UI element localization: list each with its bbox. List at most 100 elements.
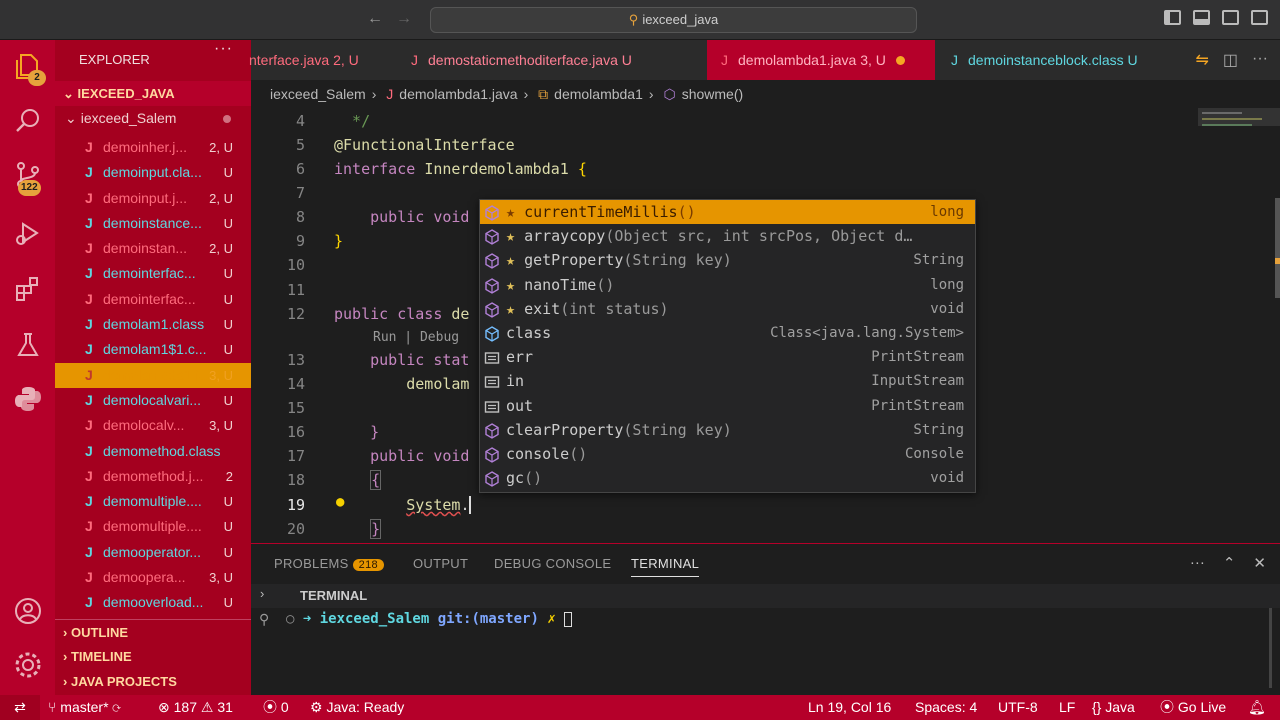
file-item[interactable]: Jdemolocalvari... U — [55, 388, 251, 413]
go-live-button[interactable]: ⦿ Go Live — [1160, 695, 1226, 720]
breadcrumb-method[interactable]: showme() — [682, 86, 743, 102]
more-actions-icon[interactable]: ··· — [214, 40, 233, 58]
file-item[interactable]: Jdemoinher.j... 2, U — [55, 135, 251, 160]
search-icon[interactable] — [13, 106, 43, 136]
tab-demostaticmethoditerface[interactable]: Jdemostaticmethoditerface.java U — [411, 40, 701, 80]
toggle-panel-icon[interactable] — [1193, 10, 1210, 25]
java-file-icon: J — [85, 366, 93, 383]
lightbulb-icon[interactable]: ● — [336, 494, 344, 510]
file-item[interactable]: Jdemolam1$1.c... U — [55, 337, 251, 362]
pin-icon[interactable]: ⚲ — [259, 611, 269, 628]
suggestion-item[interactable]: in InputStream — [480, 369, 975, 393]
file-item[interactable]: Jdemomultiple.... U — [55, 489, 251, 514]
file-item[interactable]: Jdemoopera... 3, U — [55, 565, 251, 590]
command-center-search[interactable]: ⚲ iexceed_java — [430, 7, 917, 33]
tab-terminal[interactable]: TERMINAL — [631, 556, 700, 577]
cursor-position[interactable]: Ln 19, Col 16 — [808, 695, 891, 720]
settings-gear-icon[interactable] — [13, 650, 43, 680]
file-item[interactable]: Jdemointerfac... U — [55, 287, 251, 312]
terminal-prompt[interactable]: ○ ➜ iexceed_Salem git:(master) ✗ — [286, 611, 573, 627]
file-item[interactable]: Jdemoinput.j... 2, U — [55, 186, 251, 211]
suggestion-name: clearProperty — [506, 420, 624, 439]
tab-debug-console[interactable]: DEBUG CONSOLE — [494, 556, 611, 571]
back-arrow-icon[interactable]: ← — [367, 10, 383, 28]
suggestion-item[interactable]: ★ exit(int status) void — [480, 297, 975, 321]
run-debug-codelens[interactable]: Run | Debug — [373, 330, 459, 345]
toggle-secondary-sidebar-icon[interactable] — [1222, 10, 1239, 25]
suggestion-item[interactable]: ★ getProperty(String key) String — [480, 248, 975, 272]
file-name: demolam1.class — [103, 316, 205, 333]
breadcrumb-folder[interactable]: iexceed_Salem — [270, 86, 366, 102]
file-status: 2, U — [209, 241, 233, 257]
tab-demoinstanceblock[interactable]: Jdemoinstanceblock.class U — [951, 40, 1171, 80]
file-item[interactable]: Jdemooverload... U — [55, 590, 251, 615]
file-item[interactable]: Jdemolam1.class U — [55, 312, 251, 337]
autocomplete-suggestions[interactable]: ★ currentTimeMillis() long ★ arraycopy(Obj… — [479, 199, 976, 493]
more-actions-icon[interactable]: ··· — [1190, 554, 1205, 572]
file-item[interactable]: Jdemomultiple.... U — [55, 514, 251, 539]
file-item[interactable]: Jdemolambda1.java 3, U — [55, 362, 251, 388]
file-item[interactable]: Jdemoinstan... 2, U — [55, 236, 251, 261]
file-item[interactable]: Jdemomethod.j... 2 — [55, 464, 251, 489]
breadcrumb-file[interactable]: demolambda1.java — [399, 86, 517, 102]
breadcrumb-class[interactable]: demolambda1 — [554, 86, 643, 102]
suggestion-item[interactable]: out PrintStream — [480, 394, 975, 418]
minimap[interactable] — [1198, 108, 1280, 543]
indentation[interactable]: Spaces: 4 — [915, 695, 977, 720]
suggestion-item[interactable]: ★ arraycopy(Object src, int srcPos, Obje… — [480, 224, 975, 248]
suggestion-name: exit — [524, 299, 561, 318]
java-projects-section[interactable]: › JAVA PROJECTS — [55, 669, 251, 694]
maximize-panel-icon[interactable]: ⌃ — [1223, 554, 1236, 572]
suggestion-item[interactable]: ★ nanoTime() long — [480, 273, 975, 297]
java-status[interactable]: ⚙ Java: Ready — [310, 695, 404, 720]
testing-flask-icon[interactable] — [13, 330, 43, 360]
chevron-right-icon: › — [523, 86, 529, 102]
run-debug-icon[interactable] — [13, 218, 43, 248]
outline-section[interactable]: › OUTLINE — [55, 619, 251, 644]
file-item[interactable]: Jdemointerfac... U — [55, 261, 251, 286]
tab-problems[interactable]: PROBLEMS 218 — [274, 556, 384, 571]
suggestion-item[interactable]: clearProperty(String key) String — [480, 418, 975, 442]
workspace-header[interactable]: ⌄ IEXCEED_JAVA — [55, 81, 251, 106]
file-item[interactable]: Jdemooperator... U — [55, 540, 251, 565]
star-icon: ★ — [506, 275, 525, 294]
file-item[interactable]: Jdemoinput.cla... U — [55, 160, 251, 185]
python-icon[interactable] — [13, 384, 43, 414]
extensions-icon[interactable] — [13, 274, 43, 304]
tab-demolambda1[interactable]: Jdemolambda1.java 3, U — [707, 40, 935, 80]
suggestion-item[interactable]: console() Console — [480, 442, 975, 466]
suggestion-item[interactable]: gc() void — [480, 466, 975, 490]
account-icon[interactable] — [13, 596, 43, 626]
close-panel-icon[interactable]: ✕ — [1253, 554, 1266, 572]
encoding[interactable]: UTF-8 — [998, 695, 1038, 720]
project-folder[interactable]: ⌄ iexceed_Salem — [55, 106, 251, 131]
compare-changes-icon[interactable]: ⇋ — [1195, 50, 1208, 70]
remote-indicator-icon[interactable]: ⇄ — [0, 695, 40, 720]
timeline-section[interactable]: › TIMELINE — [55, 644, 251, 669]
terminal-section-header[interactable]: › TERMINAL — [251, 584, 1280, 608]
suggestion-type: long — [930, 276, 964, 293]
java-file-icon: J — [411, 52, 418, 68]
file-item[interactable]: Jdemoinstance... U — [55, 211, 251, 236]
forward-arrow-icon[interactable]: → — [396, 10, 412, 28]
suggestion-item[interactable]: ★ currentTimeMillis() long — [480, 200, 975, 225]
suggestion-item[interactable]: err PrintStream — [480, 345, 975, 369]
ports-indicator[interactable]: ⦿ 0 — [263, 695, 289, 720]
file-item[interactable]: Jdemomethod.class — [55, 439, 251, 464]
notifications-bell-icon[interactable]: 🔔︎ — [1248, 695, 1266, 720]
language-mode[interactable]: {} Java — [1092, 695, 1135, 720]
more-actions-icon[interactable]: ··· — [1252, 50, 1268, 70]
suggestion-item[interactable]: class Class<java.lang.System> — [480, 321, 975, 345]
suggestion-name: gc — [506, 469, 525, 488]
split-editor-icon[interactable]: ◫ — [1223, 50, 1238, 70]
unsaved-dot-icon[interactable] — [895, 56, 905, 65]
tab-interface[interactable]: nterface.java 2, U — [249, 40, 379, 80]
customize-layout-icon[interactable] — [1251, 10, 1268, 25]
problems-indicator[interactable]: ⊗ 187 ⚠ 31 — [158, 695, 233, 720]
line-number: 9 — [295, 232, 305, 250]
file-item[interactable]: Jdemolocalv... 3, U — [55, 413, 251, 438]
branch-indicator[interactable]: ⑂ master* ⟳ — [48, 695, 121, 720]
toggle-primary-sidebar-icon[interactable] — [1164, 10, 1181, 25]
tab-output[interactable]: OUTPUT — [413, 556, 468, 571]
end-of-line[interactable]: LF — [1059, 695, 1075, 720]
